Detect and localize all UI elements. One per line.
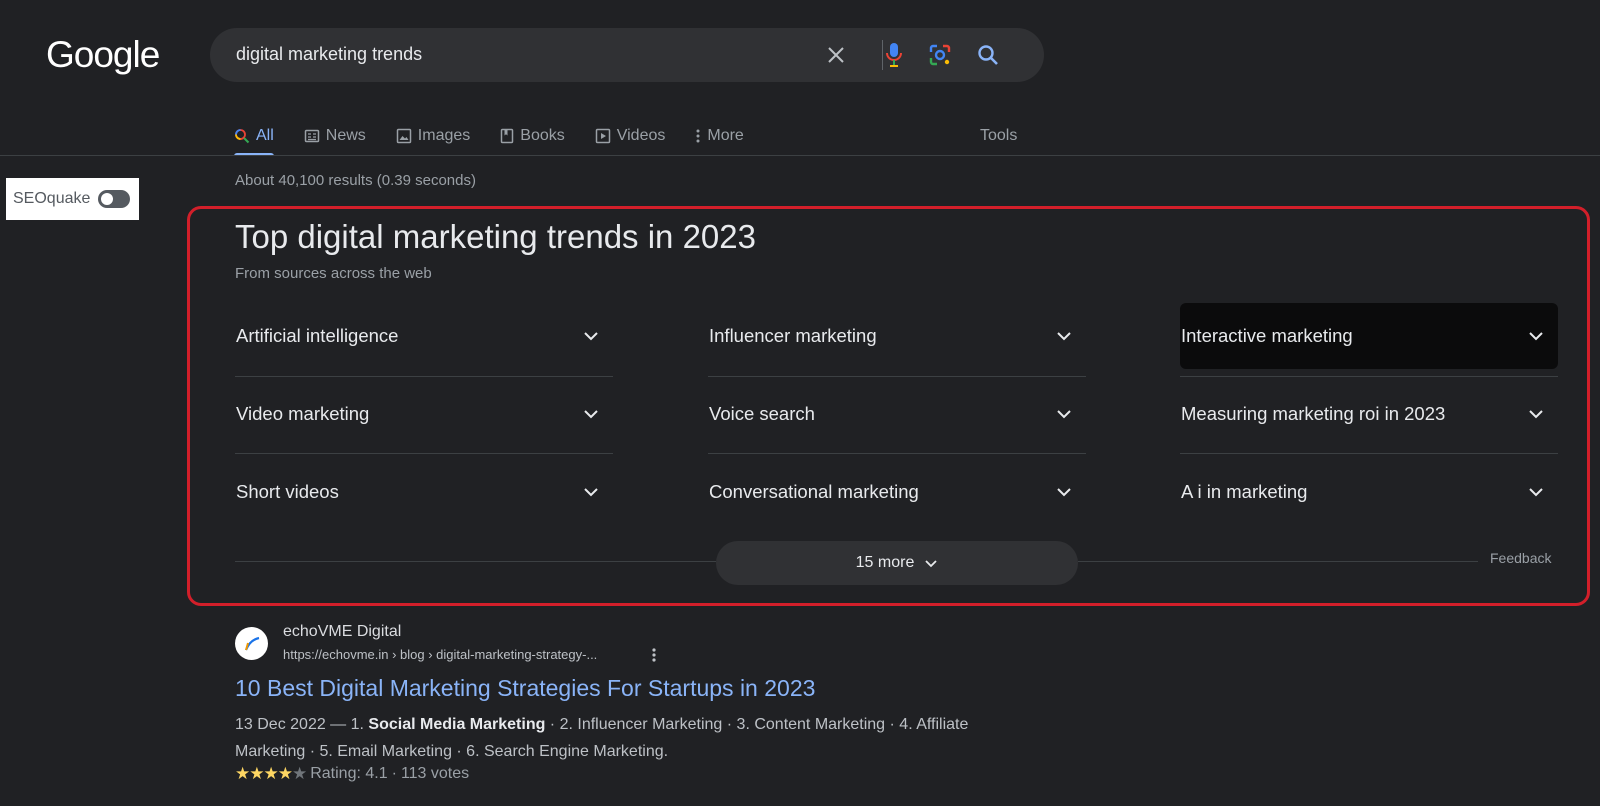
result-snippet: 13 Dec 2022 — 1. Social Media Marketing …	[235, 711, 995, 765]
seoquake-widget: SEOquake	[6, 178, 139, 220]
google-lens-icon[interactable]	[926, 41, 954, 69]
search-icon	[235, 129, 250, 144]
trend-label: Influencer marketing	[709, 325, 877, 346]
row-divider	[1180, 376, 1558, 377]
search-input[interactable]: digital marketing trends	[236, 44, 422, 65]
trend-label: Voice search	[709, 403, 815, 424]
tab-books[interactable]: Books	[500, 118, 565, 154]
more-options-icon[interactable]	[648, 646, 660, 664]
trend-label: Interactive marketing	[1181, 325, 1353, 346]
header-divider	[0, 155, 1600, 156]
trend-item[interactable]: Short videos	[235, 459, 613, 525]
snippet-date: 13 Dec 2022 — 1.	[235, 716, 369, 733]
tab-label: Videos	[616, 127, 666, 144]
more-divider-right	[1078, 561, 1478, 562]
rating-stars: ★★★★★	[235, 764, 307, 783]
trend-label: Conversational marketing	[709, 481, 919, 502]
snippet-bold: Social Media Marketing	[368, 716, 546, 733]
trend-item[interactable]: Interactive marketing	[1180, 303, 1558, 369]
row-divider	[235, 453, 613, 454]
tab-videos[interactable]: Videos	[595, 118, 666, 154]
panel-title: Top digital marketing trends in 2023	[235, 218, 756, 255]
seoquake-label: SEOquake	[13, 190, 91, 207]
image-icon	[396, 128, 412, 144]
tab-label: Images	[417, 127, 471, 144]
chevron-down-icon	[1057, 332, 1071, 341]
trend-item[interactable]: Artificial intelligence	[235, 303, 613, 369]
tools-button[interactable]: Tools	[980, 118, 1017, 154]
tab-label: All	[256, 127, 274, 144]
site-name[interactable]: echoVME Digital	[283, 623, 401, 641]
feedback-link[interactable]: Feedback	[1490, 550, 1551, 566]
rating-label: Rating: 4.1	[310, 765, 388, 782]
trend-item[interactable]: Conversational marketing	[708, 459, 1086, 525]
clear-icon[interactable]	[822, 41, 850, 69]
site-favicon[interactable]	[235, 627, 268, 660]
rating-votes: 113 votes	[400, 765, 470, 782]
tab-more[interactable]: More	[695, 118, 744, 154]
tab-all[interactable]: All	[234, 118, 274, 156]
chevron-down-icon	[1057, 410, 1071, 419]
search-icon[interactable]	[974, 41, 1002, 69]
seoquake-toggle[interactable]	[98, 190, 131, 208]
chevron-down-icon	[1529, 488, 1543, 497]
trend-label: Artificial intelligence	[236, 325, 399, 346]
video-icon	[595, 128, 610, 144]
row-divider	[708, 453, 1086, 454]
news-icon	[304, 129, 320, 143]
row-divider	[708, 376, 1086, 377]
row-divider	[235, 376, 613, 377]
site-url[interactable]: https://echovme.in › blog › digital-mark…	[283, 647, 597, 662]
more-vert-icon	[696, 129, 700, 143]
chevron-down-icon	[584, 332, 598, 341]
trend-label: Short videos	[236, 481, 339, 502]
result-title-link[interactable]: 10 Best Digital Marketing Strategies For…	[235, 675, 815, 702]
trend-item[interactable]: Influencer marketing	[708, 303, 1086, 369]
trend-label: A i in marketing	[1181, 481, 1308, 502]
trend-label: Video marketing	[236, 403, 370, 424]
panel-subtitle: From sources across the web	[235, 265, 432, 282]
result-rating: ★★★★★ Rating: 4.1 · 113 votes	[235, 764, 469, 784]
chevron-down-icon	[1529, 410, 1543, 419]
chevron-down-icon	[1057, 488, 1071, 497]
trend-item[interactable]: Voice search	[708, 381, 1086, 447]
book-icon	[501, 128, 514, 144]
tab-label: More	[707, 127, 744, 144]
result-stats: About 40,100 results (0.39 seconds)	[235, 172, 476, 189]
trend-item[interactable]: A i in marketing	[1180, 459, 1558, 525]
search-tabs: All News Images Books Videos More	[234, 118, 774, 156]
google-logo[interactable]: Google	[46, 34, 160, 76]
search-box[interactable]: digital marketing trends	[210, 28, 1044, 82]
chevron-down-icon	[584, 488, 598, 497]
show-more-button[interactable]: 15 more	[716, 541, 1078, 585]
chevron-down-icon	[925, 559, 937, 567]
microphone-icon[interactable]	[880, 41, 908, 69]
tab-label: Books	[520, 127, 565, 144]
chevron-down-icon	[1529, 332, 1543, 341]
chevron-down-icon	[584, 410, 598, 419]
trend-item[interactable]: Video marketing	[235, 381, 613, 447]
rating-separator: ·	[391, 765, 397, 782]
tab-label: News	[325, 127, 366, 144]
trend-item[interactable]: Measuring marketing roi in 2023	[1180, 381, 1558, 447]
tab-news[interactable]: News	[304, 118, 366, 154]
tab-images[interactable]: Images	[396, 118, 470, 154]
more-divider-left	[235, 561, 716, 562]
show-more-label: 15 more	[855, 554, 915, 571]
row-divider	[1180, 453, 1558, 454]
trend-label: Measuring marketing roi in 2023	[1181, 403, 1446, 424]
